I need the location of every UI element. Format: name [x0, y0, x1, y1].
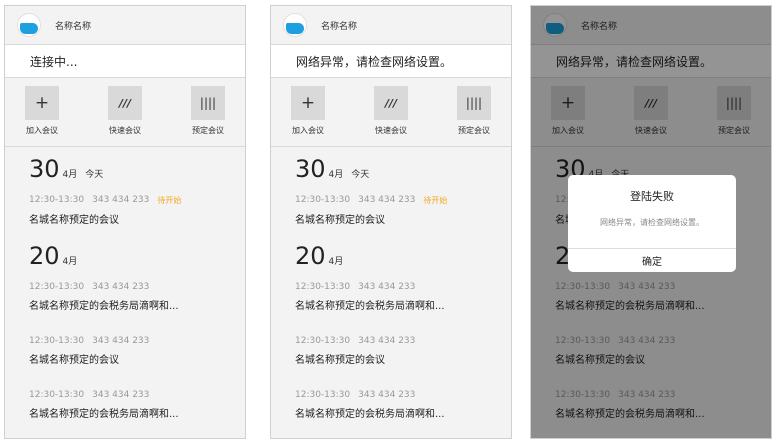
date-header: 20 4月 — [295, 242, 344, 270]
meeting-list: 30 4月 今天 12:30-13:30343 434 233待开始 名城名称预… — [271, 147, 511, 420]
meeting-item[interactable]: 12:30-13:30343 434 233待开始 名城名称预定的会议 — [29, 195, 245, 226]
plus-icon: + — [291, 86, 325, 120]
schedule-meeting-icon: |||| — [457, 86, 491, 120]
schedule-meeting-button[interactable]: |||| 预定会议 — [451, 86, 497, 146]
connection-status: 网络异常，请检查网络设置。 — [271, 45, 511, 78]
quick-meeting-button[interactable]: /// 快速会议 — [368, 86, 414, 146]
screen-connecting: 名称名称 连接中... + 加入会议 /// 快速会议 |||| 预定会议 30… — [4, 5, 246, 439]
quick-meeting-icon: /// — [374, 86, 408, 120]
connection-status: 连接中... — [5, 45, 245, 78]
quick-meeting-button[interactable]: /// 快速会议 — [102, 86, 148, 146]
app-logo-icon — [17, 13, 41, 37]
status-badge: 待开始 — [157, 196, 182, 205]
date-header: 30 4月 今天 — [29, 155, 104, 183]
meeting-item[interactable]: 12:30-13:30343 434 233待开始 名城名称预定的会议 — [295, 195, 511, 226]
plus-icon: + — [25, 86, 59, 120]
meeting-item[interactable]: 12:30-13:30 343 434 233 名城名称预定的会税务局滴啊和... — [295, 282, 511, 312]
app-header: 名称名称 — [5, 6, 245, 45]
action-bar: + 加入会议 /// 快速会议 |||| 预定会议 — [5, 78, 245, 147]
date-header: 20 4月 — [29, 242, 78, 270]
status-badge: 待开始 — [423, 196, 448, 205]
app-logo-icon — [283, 13, 307, 37]
meeting-item[interactable]: 12:30-13:30 343 434 233 名城名称预定的会议 — [295, 336, 511, 366]
meeting-item[interactable]: 12:30-13:30 343 434 233 名城名称预定的会税务局滴啊和... — [295, 390, 511, 420]
screen-network-error: 名称名称 网络异常，请检查网络设置。 + 加入会议 /// 快速会议 |||| … — [270, 5, 512, 439]
screen-login-failed: 名称名称 网络异常，请检查网络设置。 + 加入会议 /// 快速会议 |||| … — [530, 5, 772, 439]
app-header: 名称名称 — [271, 6, 511, 45]
date-header: 30 4月 今天 — [295, 155, 370, 183]
confirm-button[interactable]: 确定 — [568, 248, 736, 272]
dialog-message: 网络异常，请检查网络设置。 — [600, 218, 704, 227]
action-bar: + 加入会议 /// 快速会议 |||| 预定会议 — [271, 78, 511, 147]
meeting-item[interactable]: 12:30-13:30 343 434 233 名城名称预定的会议 — [29, 336, 245, 366]
join-meeting-button[interactable]: + 加入会议 — [19, 86, 65, 146]
schedule-meeting-button[interactable]: |||| 预定会议 — [185, 86, 231, 146]
meeting-list: 30 4月 今天 12:30-13:30343 434 233待开始 名城名称预… — [5, 147, 245, 420]
join-meeting-button[interactable]: + 加入会议 — [285, 86, 331, 146]
quick-meeting-icon: /// — [108, 86, 142, 120]
login-failed-dialog: 登陆失败 网络异常，请检查网络设置。 确定 — [568, 175, 736, 272]
app-name: 名称名称 — [55, 21, 92, 32]
schedule-meeting-icon: |||| — [191, 86, 225, 120]
dialog-title: 登陆失败 — [630, 190, 674, 203]
meeting-item[interactable]: 12:30-13:30 343 434 233 名城名称预定的会税务局滴啊和... — [29, 282, 245, 312]
app-name: 名称名称 — [321, 21, 358, 32]
meeting-item[interactable]: 12:30-13:30 343 434 233 名城名称预定的会税务局滴啊和... — [29, 390, 245, 420]
